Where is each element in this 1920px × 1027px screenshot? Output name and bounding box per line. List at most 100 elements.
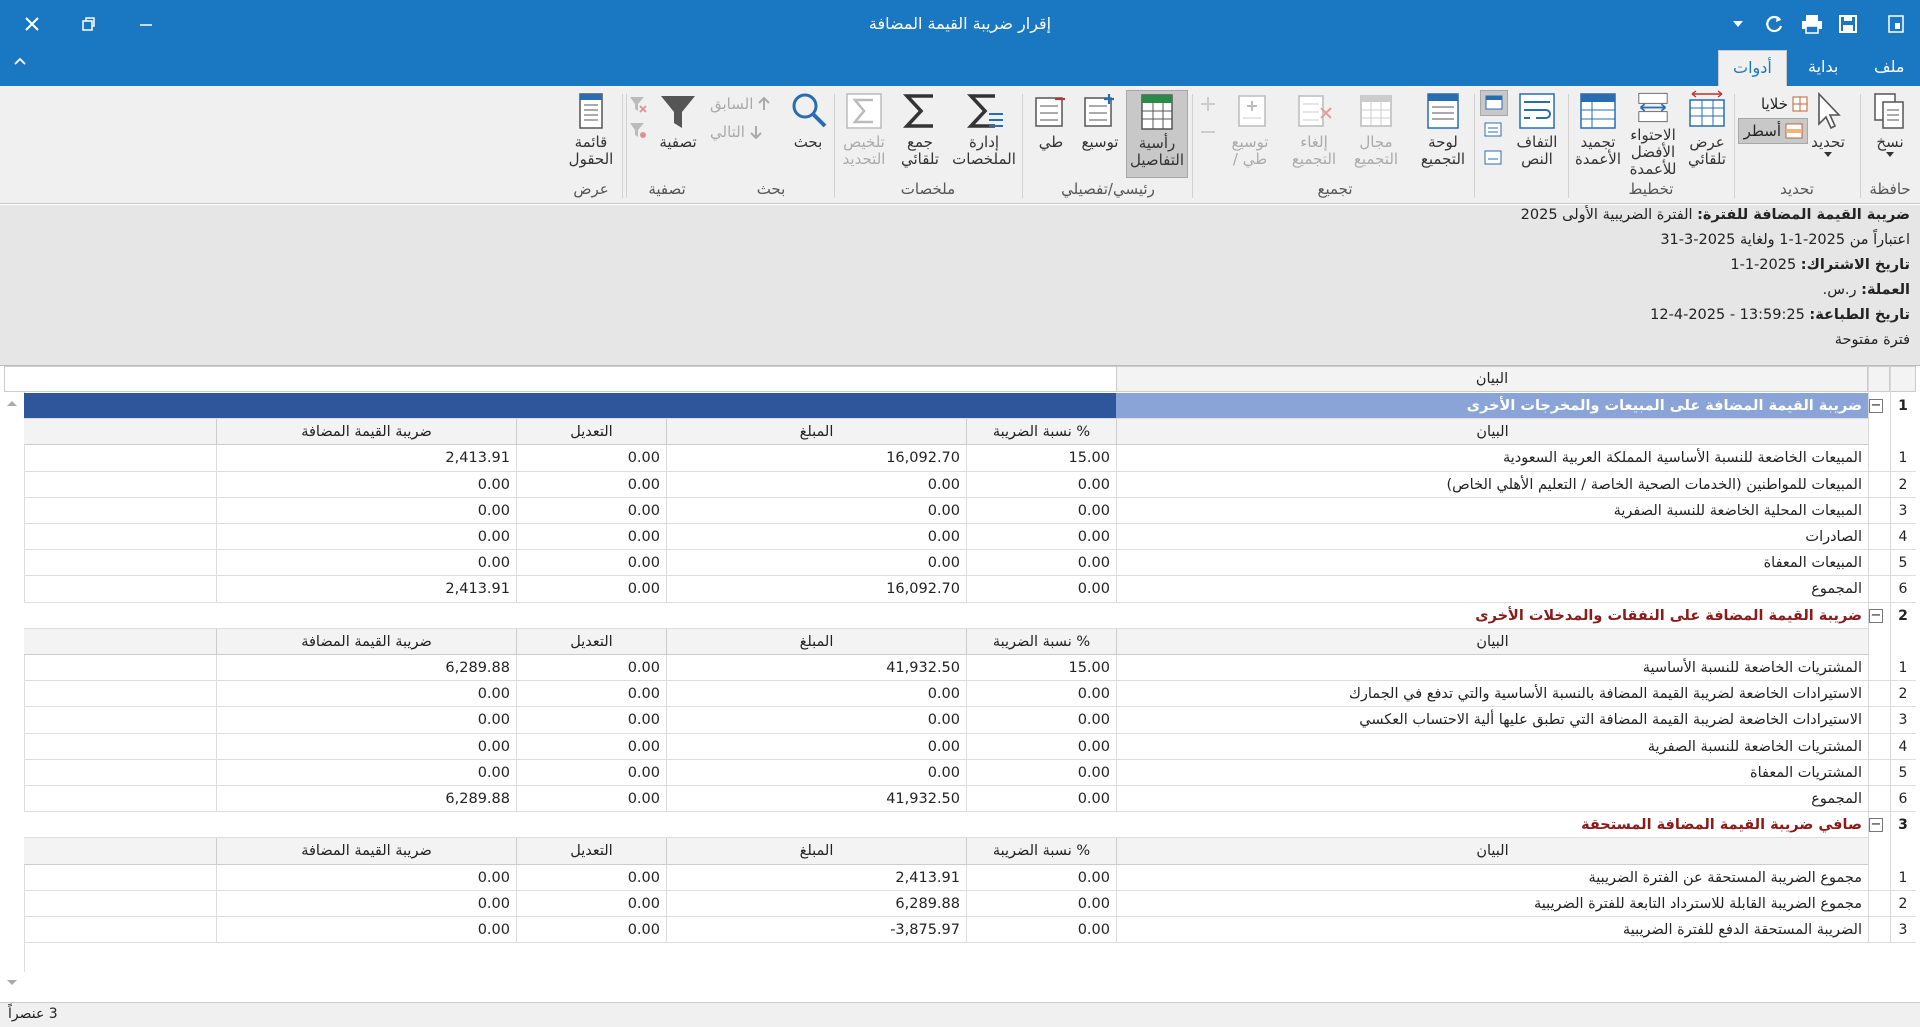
column-header-vat[interactable]: ضريبة القيمة المضافة bbox=[216, 419, 516, 446]
cell-statement[interactable]: المبيعات للمواطنين (الخدمات الصحية الخاص… bbox=[1116, 471, 1868, 498]
cell-amount[interactable]: 0.00 bbox=[666, 471, 966, 498]
cell-adjustment[interactable]: 0.00 bbox=[516, 864, 666, 891]
expand-all-button[interactable] bbox=[1198, 94, 1218, 114]
collapse-ribbon-button[interactable] bbox=[14, 54, 26, 70]
app-menu-button[interactable] bbox=[1880, 8, 1912, 40]
cell-amount[interactable]: 16,092.70 bbox=[666, 445, 966, 472]
cell-statement[interactable]: المشتريات الخاضعة للنسبة الأساسية bbox=[1116, 655, 1868, 682]
expand-button[interactable]: توسيع bbox=[1076, 90, 1124, 178]
tab-tools[interactable]: أدوات bbox=[1718, 50, 1787, 86]
copy-button[interactable]: نسخ bbox=[1864, 90, 1916, 178]
scroll-up-button[interactable] bbox=[6, 396, 20, 410]
next-button[interactable]: التالي bbox=[710, 120, 782, 144]
cell-rate[interactable]: 0.00 bbox=[966, 759, 1116, 786]
cell-vat[interactable]: 2,413.91 bbox=[216, 576, 516, 603]
auto-sum-button[interactable]: جمع تلقائي bbox=[892, 90, 948, 178]
close-button[interactable] bbox=[16, 8, 48, 40]
cell-rate[interactable]: 0.00 bbox=[966, 576, 1116, 603]
details-header-button[interactable]: رأسية التفاصيل bbox=[1126, 90, 1188, 178]
cell-rate[interactable]: 0.00 bbox=[966, 681, 1116, 708]
cell-rate[interactable]: 0.00 bbox=[966, 524, 1116, 551]
section-title[interactable]: ضريبة القيمة المضافة على النفقات والمدخل… bbox=[1116, 602, 1868, 629]
collapse-all-button[interactable] bbox=[1198, 122, 1218, 142]
cell-adjustment[interactable]: 0.00 bbox=[516, 890, 666, 917]
cell-amount[interactable]: 6,289.88 bbox=[666, 890, 966, 917]
column-header-rate[interactable]: نسبة الضريبة % bbox=[966, 838, 1116, 865]
cell-vat[interactable]: 0.00 bbox=[216, 471, 516, 498]
cell-vat[interactable]: 0.00 bbox=[216, 524, 516, 551]
tab-file[interactable]: ملف bbox=[1860, 50, 1918, 86]
cell-amount[interactable]: 0.00 bbox=[666, 497, 966, 524]
column-header-rate[interactable]: نسبة الضريبة % bbox=[966, 419, 1116, 446]
cell-adjustment[interactable]: 0.00 bbox=[516, 733, 666, 760]
column-header-adjustment[interactable]: التعديل bbox=[516, 419, 666, 446]
tab-home[interactable]: بداية bbox=[1794, 50, 1852, 86]
column-header-statement[interactable]: البيان bbox=[1116, 628, 1868, 655]
previous-button[interactable]: السابق bbox=[710, 92, 782, 116]
cell-vat[interactable]: 2,413.91 bbox=[216, 445, 516, 472]
cell-vat[interactable]: 6,289.88 bbox=[216, 786, 516, 813]
cell-rate[interactable]: 0.00 bbox=[966, 471, 1116, 498]
cell-statement[interactable]: المبيعات المعفاة bbox=[1116, 550, 1868, 577]
cell-statement[interactable]: مجموع الضريبة المستحقة عن الفترة الضريبي… bbox=[1116, 864, 1868, 891]
cell-statement[interactable]: المجموع bbox=[1116, 576, 1868, 603]
cell-vat[interactable]: 0.00 bbox=[216, 497, 516, 524]
section-title[interactable]: ضريبة القيمة المضافة على المبيعات والمخر… bbox=[1116, 393, 1868, 420]
cell-statement[interactable]: الاستيرادات الخاضعة لضريبة القيمة المضاف… bbox=[1116, 681, 1868, 708]
column-header-amount[interactable]: المبلغ bbox=[666, 419, 966, 446]
select-rows-option[interactable]: أسطر bbox=[1738, 118, 1808, 144]
cell-vat[interactable]: 0.00 bbox=[216, 864, 516, 891]
group-panel-button[interactable]: لوحة التجميع bbox=[1414, 90, 1472, 178]
ungroup-button[interactable]: إلغاء التجميع bbox=[1284, 90, 1344, 178]
print-button[interactable] bbox=[1796, 8, 1828, 40]
cell-amount[interactable]: 16,092.70 bbox=[666, 576, 966, 603]
cell-amount[interactable]: 0.00 bbox=[666, 707, 966, 734]
column-header-rate[interactable]: نسبة الضريبة % bbox=[966, 628, 1116, 655]
cell-adjustment[interactable]: 0.00 bbox=[516, 445, 666, 472]
cell-adjustment[interactable]: 0.00 bbox=[516, 681, 666, 708]
cell-vat[interactable]: 0.00 bbox=[216, 917, 516, 944]
minimize-button[interactable] bbox=[130, 8, 162, 40]
cell-vat[interactable]: 0.00 bbox=[216, 681, 516, 708]
cell-rate[interactable]: 0.00 bbox=[966, 890, 1116, 917]
freeze-columns-button[interactable]: تجميد الأعمدة bbox=[1572, 90, 1624, 178]
cell-vat[interactable]: 0.00 bbox=[216, 707, 516, 734]
cell-adjustment[interactable]: 0.00 bbox=[516, 786, 666, 813]
filter-button[interactable]: تصفية bbox=[650, 90, 706, 178]
cell-rate[interactable]: 0.00 bbox=[966, 497, 1116, 524]
cell-adjustment[interactable]: 0.00 bbox=[516, 471, 666, 498]
cell-adjustment[interactable]: 0.00 bbox=[516, 707, 666, 734]
cell-statement[interactable]: المشتريات المعفاة bbox=[1116, 759, 1868, 786]
column-header-amount[interactable]: المبلغ bbox=[666, 628, 966, 655]
cell-amount[interactable]: -3,875.97 bbox=[666, 917, 966, 944]
cell-amount[interactable]: 0.00 bbox=[666, 681, 966, 708]
save-button[interactable] bbox=[1832, 8, 1864, 40]
cell-statement[interactable]: المبيعات المحلية الخاضعة للنسبة الصفرية bbox=[1116, 497, 1868, 524]
cell-amount[interactable]: 41,932.50 bbox=[666, 655, 966, 682]
cell-vat[interactable]: 6,289.88 bbox=[216, 655, 516, 682]
cell-rate[interactable]: 0.00 bbox=[966, 707, 1116, 734]
cell-vat[interactable]: 0.00 bbox=[216, 733, 516, 760]
cell-adjustment[interactable]: 0.00 bbox=[516, 655, 666, 682]
column-header-adjustment[interactable]: التعديل bbox=[516, 628, 666, 655]
cell-rate[interactable]: 0.00 bbox=[966, 917, 1116, 944]
cell-adjustment[interactable]: 0.00 bbox=[516, 759, 666, 786]
cell-adjustment[interactable]: 0.00 bbox=[516, 524, 666, 551]
cell-adjustment[interactable]: 0.00 bbox=[516, 576, 666, 603]
view-mode-2-button[interactable] bbox=[1480, 118, 1508, 144]
auto-width-button[interactable]: عرض تلقائي bbox=[1682, 90, 1732, 178]
cell-statement[interactable]: مجموع الضريبة القابلة للاسترداد التابعة … bbox=[1116, 890, 1868, 917]
cell-rate[interactable]: 0.00 bbox=[966, 733, 1116, 760]
cell-rate[interactable]: 15.00 bbox=[966, 445, 1116, 472]
qat-dropdown-button[interactable] bbox=[1722, 8, 1754, 40]
cell-rate[interactable]: 0.00 bbox=[966, 864, 1116, 891]
cell-rate[interactable]: 0.00 bbox=[966, 786, 1116, 813]
cell-vat[interactable]: 0.00 bbox=[216, 550, 516, 577]
column-header-amount[interactable]: المبلغ bbox=[666, 838, 966, 865]
wrap-text-button[interactable]: التفاف النص bbox=[1510, 90, 1564, 178]
cell-amount[interactable]: 0.00 bbox=[666, 733, 966, 760]
cell-rate[interactable]: 15.00 bbox=[966, 655, 1116, 682]
filter-editor-button[interactable] bbox=[628, 120, 648, 140]
cell-adjustment[interactable]: 0.00 bbox=[516, 497, 666, 524]
cell-vat[interactable]: 0.00 bbox=[216, 890, 516, 917]
